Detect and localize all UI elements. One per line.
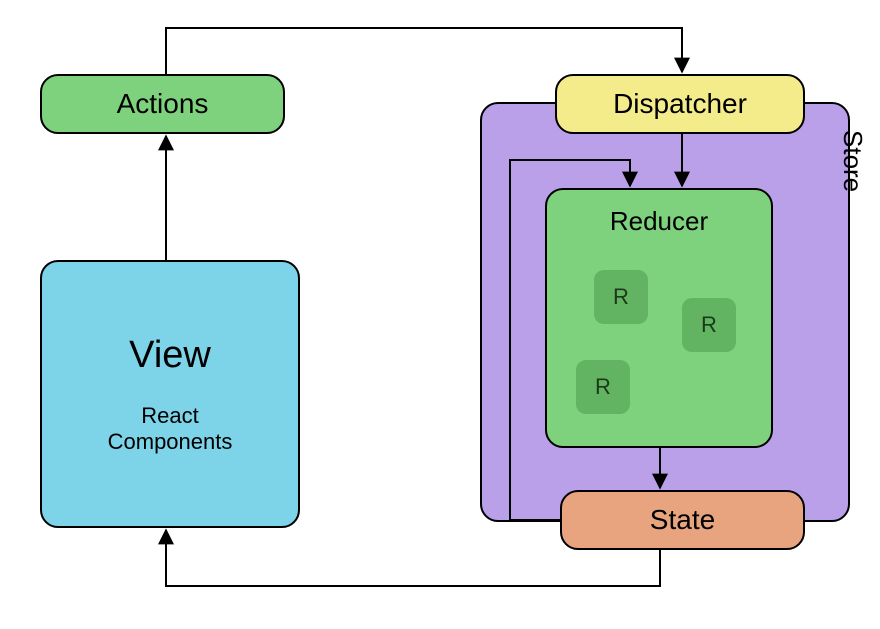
store-label: Store xyxy=(837,130,868,192)
dispatcher-label: Dispatcher xyxy=(613,88,747,120)
view-subtitle: React Components xyxy=(108,403,233,455)
reducer-child-1: R xyxy=(594,270,648,324)
reducer-child-2: R xyxy=(682,298,736,352)
view-title: View xyxy=(129,334,211,377)
reducer-label: Reducer xyxy=(610,206,708,237)
reducer-child-3: R xyxy=(576,360,630,414)
view-box: View React Components xyxy=(40,260,300,528)
state-box: State xyxy=(560,490,805,550)
actions-label: Actions xyxy=(117,88,209,120)
arrow-actions-to-dispatcher xyxy=(166,28,682,74)
dispatcher-box: Dispatcher xyxy=(555,74,805,134)
state-label: State xyxy=(650,504,715,536)
actions-box: Actions xyxy=(40,74,285,134)
